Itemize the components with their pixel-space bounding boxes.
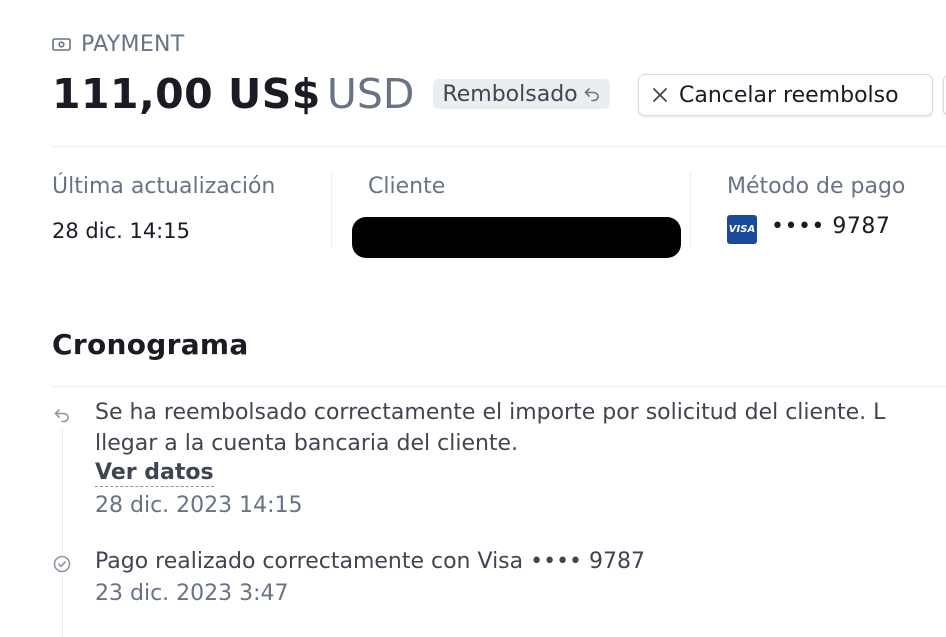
timeline-event-date: 23 dic. 2023 3:47 [95, 581, 289, 606]
payment-title: 111,00 US$ USD Rembolsado [52, 70, 610, 118]
timeline-event-text: llegar a la cuenta bancaria del cliente. [95, 431, 519, 456]
payment-amount: 111,00 US$ [52, 70, 321, 118]
timeline-title: Cronograma [52, 328, 249, 361]
timeline-line [62, 428, 63, 637]
refund-icon [52, 405, 72, 425]
status-badge: Rembolsado [433, 79, 610, 109]
refund-icon [584, 88, 599, 102]
customer-label: Cliente [368, 174, 446, 199]
meta-divider [331, 172, 332, 248]
customer-value-redacted [352, 217, 681, 258]
view-details-link[interactable]: Ver datos [95, 460, 214, 487]
timeline-event-text: Pago realizado correctamente con Visa ••… [95, 549, 645, 574]
payment-currency: USD [326, 70, 415, 118]
page-overline: PAYMENT [52, 32, 185, 57]
card-number-masked: •••• 9787 [771, 214, 891, 239]
timeline-event-text: Se ha reembolsado correctamente el impor… [95, 400, 886, 425]
status-badge-label: Rembolsado [442, 81, 578, 107]
timeline-divider [52, 386, 946, 387]
timeline-event-date: 28 dic. 2023 14:15 [95, 493, 303, 518]
visa-card-icon: VISA [727, 215, 757, 244]
last-update-value: 28 dic. 14:15 [52, 219, 190, 243]
header-divider [52, 146, 946, 147]
check-circle-icon [52, 554, 72, 574]
payment-method-label: Método de pago [727, 174, 906, 199]
close-icon [653, 88, 667, 102]
cancel-refund-button[interactable]: Cancelar reembolso [638, 74, 933, 116]
overline-label: PAYMENT [81, 32, 185, 57]
cancel-refund-label: Cancelar reembolso [679, 82, 899, 108]
meta-divider [690, 172, 691, 248]
payment-icon [52, 38, 71, 51]
last-update-label: Última actualización [52, 174, 276, 199]
